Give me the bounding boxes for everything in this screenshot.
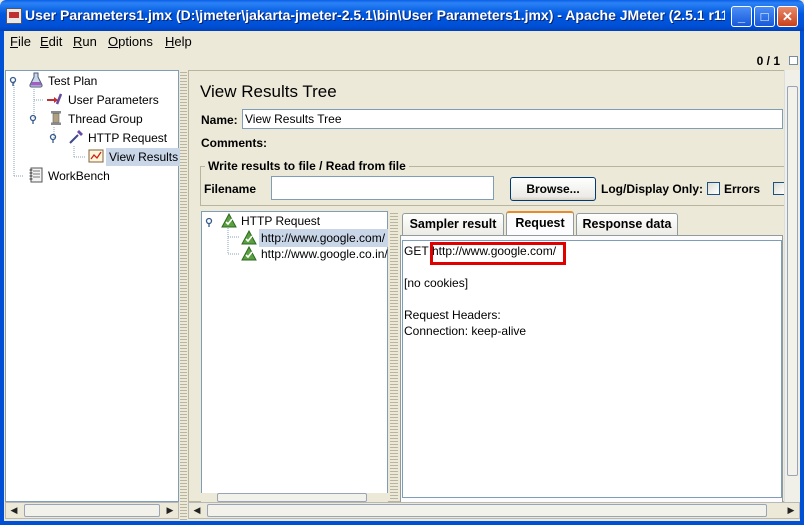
thread-counter: 0 / 1 [756, 54, 780, 68]
log-display-label: Log/Display Only: [601, 182, 704, 196]
menu-file[interactable]: File [10, 34, 31, 50]
scroll-thumb[interactable] [217, 493, 367, 502]
maximize-button[interactable]: □ [754, 6, 775, 27]
scroll-thumb[interactable] [787, 86, 798, 476]
comments-label: Comments: [201, 136, 268, 150]
success-icon [241, 246, 257, 261]
window-border-right [800, 31, 804, 525]
status-indicator [789, 56, 798, 65]
group-title: Write results to file / Read from file [205, 159, 409, 173]
errors-checkbox[interactable] [707, 182, 720, 195]
request-headers-title: Request Headers: [404, 308, 501, 322]
request-header-connection: Connection: keep-alive [404, 324, 527, 338]
success-icon [221, 213, 237, 228]
scroll-right-icon[interactable]: ▶ [162, 503, 178, 518]
filename-input[interactable] [271, 176, 494, 200]
toolbar [4, 52, 800, 69]
scroll-thumb[interactable] [207, 504, 767, 517]
tree-item-view-results[interactable]: View Results [106, 148, 182, 166]
wrench-icon [47, 93, 62, 105]
comments-field[interactable] [268, 133, 783, 151]
name-label: Name: [201, 113, 238, 127]
scroll-left-icon[interactable]: ◀ [6, 503, 22, 518]
filename-label: Filename [204, 182, 257, 196]
url-highlight-box [430, 242, 566, 265]
menu-help[interactable]: Help [165, 34, 192, 50]
tree-item-user-parameters[interactable]: User Parameters [68, 91, 159, 109]
panel-vertical-scrollbar[interactable] [784, 70, 800, 502]
flask-icon [29, 72, 43, 88]
notebook-icon [29, 167, 43, 183]
expand-toggle-icon[interactable] [9, 76, 19, 86]
menu-edit[interactable]: Edit [40, 34, 62, 50]
tab-request[interactable]: Request [506, 211, 574, 235]
menu-run[interactable]: Run [73, 34, 97, 50]
expand-toggle-icon[interactable] [29, 114, 39, 124]
success-icon [241, 230, 257, 245]
spool-icon [51, 111, 61, 125]
request-cookies: [no cookies] [404, 276, 469, 290]
scroll-left-icon[interactable]: ◀ [189, 503, 205, 518]
tree-item-test-plan[interactable]: Test Plan [48, 72, 97, 90]
minimize-button[interactable]: _ [731, 6, 752, 27]
window-title: User Parameters1.jmx (D:\jmeter\jakarta-… [25, 7, 725, 23]
tree-item-http-request[interactable]: HTTP Request [88, 129, 167, 147]
close-button[interactable]: ✕ [777, 6, 798, 27]
pipette-icon [69, 130, 83, 144]
expand-toggle-icon[interactable] [49, 133, 59, 143]
result-item[interactable]: http://www.google.co.in/ [261, 245, 388, 263]
expand-toggle-icon[interactable] [205, 217, 215, 227]
main-splitter[interactable] [180, 70, 187, 520]
chart-icon [88, 149, 104, 163]
results-splitter[interactable] [390, 211, 398, 504]
errors-label: Errors [724, 182, 761, 196]
tree-item-workbench[interactable]: WorkBench [48, 167, 110, 185]
name-field[interactable]: View Results Tree [242, 109, 783, 129]
scroll-thumb[interactable] [24, 504, 160, 517]
window-border-bottom [0, 521, 804, 525]
menu-options[interactable]: Options [108, 34, 153, 50]
browse-button[interactable]: Browse... [510, 177, 596, 201]
panel-horizontal-scrollbar[interactable]: ◀ ▶ [188, 502, 800, 519]
tree-item-thread-group[interactable]: Thread Group [68, 110, 143, 128]
result-root[interactable]: HTTP Request [241, 212, 320, 230]
scroll-right-icon[interactable]: ▶ [783, 503, 799, 518]
tab-sampler-result[interactable]: Sampler result [402, 213, 504, 235]
app-icon[interactable] [6, 8, 22, 24]
request-method: GET [404, 244, 429, 258]
window-border-left [0, 31, 4, 525]
tree-horizontal-scrollbar[interactable]: ◀ ▶ [5, 502, 179, 519]
tab-response-data[interactable]: Response data [576, 213, 678, 235]
panel-title: View Results Tree [200, 82, 337, 101]
